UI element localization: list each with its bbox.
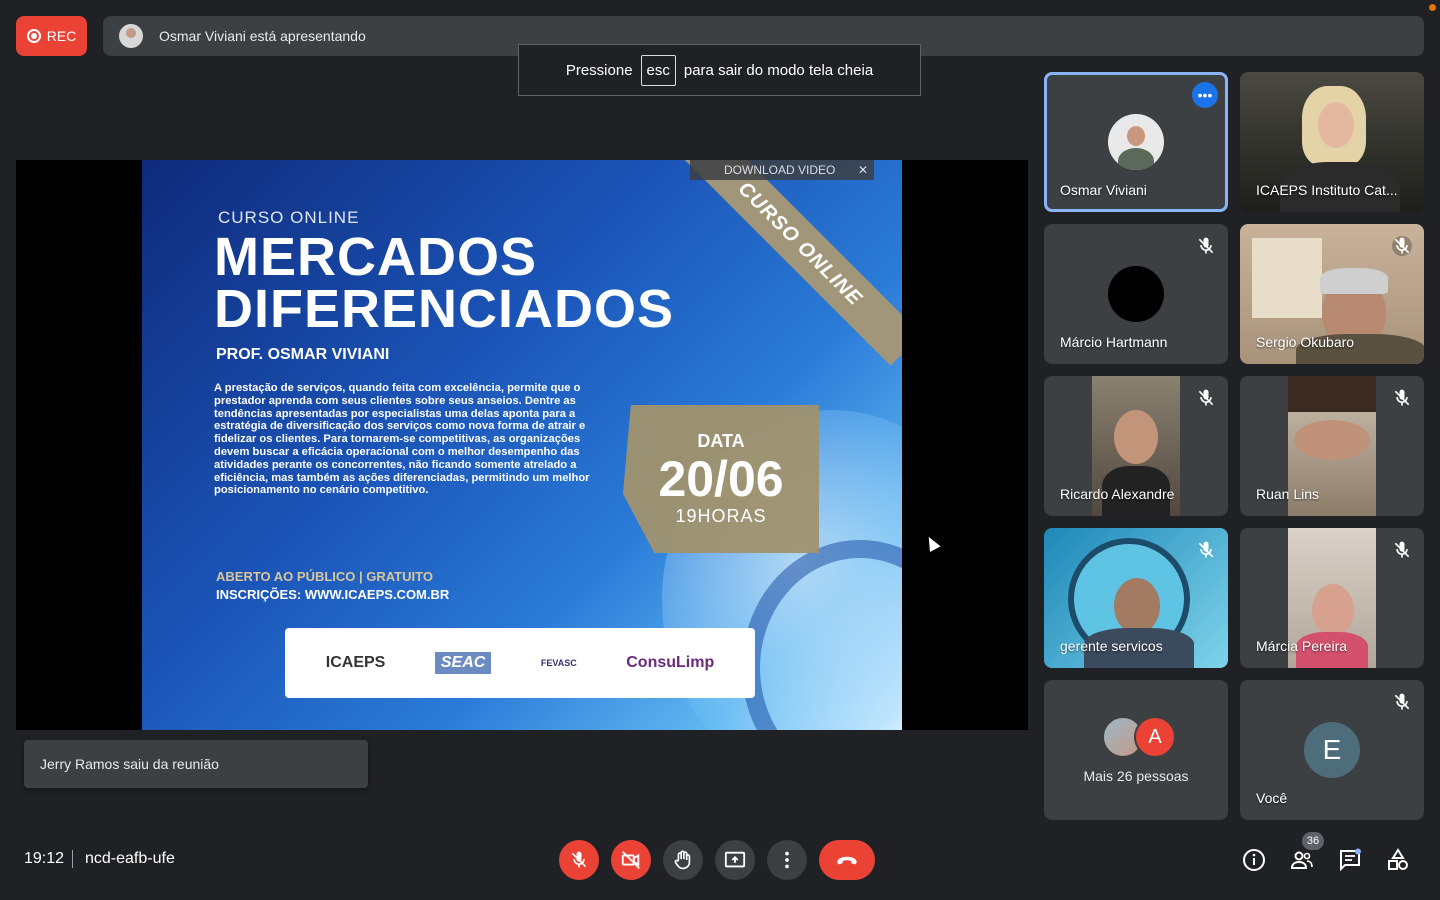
presenter-text: Osmar Viviani está apresentando [159,28,366,44]
leave-notification: Jerry Ramos saiu da reunião [24,740,368,788]
slide-title-line2: DIFERENCIADOS [214,279,675,339]
mic-toggle-button[interactable] [559,840,599,880]
slide-registration: INSCRIÇÕES: WWW.ICAEPS.COM.BR [216,587,450,602]
participant-tile-more-people[interactable]: A Mais 26 pessoas [1044,680,1228,820]
more-people-label: Mais 26 pessoas [1083,768,1189,784]
download-video-label[interactable]: DOWNLOAD VIDEO [724,163,835,177]
recording-indicator[interactable]: REC [16,16,87,56]
participant-tile-ruan-lins[interactable]: Ruan Lins [1240,376,1424,516]
camera-toggle-button[interactable] [611,840,651,880]
logo-icaeps: ICAEPS [325,654,386,671]
slide-date-label: DATA [697,431,745,451]
participant-tile-sergio-okubaro[interactable]: Sergio Okubaro [1240,224,1424,364]
rec-label: REC [46,28,77,44]
people-icon[interactable] [1290,848,1314,872]
participant-name: Márcia Pereira [1256,638,1348,654]
participant-name: Ricardo Alexandre [1060,486,1175,502]
download-video-bar[interactable]: DOWNLOAD VIDEO ✕ [690,160,874,180]
slide-open-public: ABERTO AO PÚBLICO | GRATUITO [216,569,433,584]
mic-off-icon [1394,389,1410,406]
participant-tile-osmar-viviani[interactable]: ••• Osmar Viviani [1044,72,1228,212]
participant-tile-icaeps[interactable]: ICAEPS Instituto Cat... [1240,72,1424,212]
more-options-button[interactable] [767,840,807,880]
participant-name: ICAEPS Instituto Cat... [1256,182,1398,198]
present-icon [724,851,746,868]
mic-off-icon [571,851,587,868]
slide-date-time: 19HORAS [675,506,767,526]
meeting-time: 19:12 [24,850,65,867]
chat-icon[interactable] [1338,848,1362,872]
meeting-code: ncd-eafb-ufe [85,850,175,867]
divider [72,850,73,868]
slide-professor: PROF. OSMAR VIVIANI [216,346,390,363]
fullscreen-hint: Pressione esc para sair do modo tela che… [518,44,921,96]
fullscreen-hint-after: para sair do modo tela cheia [683,61,874,79]
participant-tile-self[interactable]: E Você [1240,680,1424,820]
status-dot [1429,4,1436,11]
participant-name: Ruan Lins [1256,486,1320,502]
mic-off-icon [1394,693,1410,710]
camera-off-icon [621,851,640,869]
mic-off-icon [1198,389,1214,406]
slide-date-box: DATA 20/06 19HORAS [623,405,819,553]
participant-name: Sergio Okubaro [1256,334,1355,350]
mic-off-icon [1198,541,1214,558]
slide-subtitle: CURSO ONLINE [218,208,360,227]
video-face [1318,102,1354,148]
mic-off-icon [1394,541,1410,558]
presenter-avatar [119,24,143,48]
participant-tile-gerente-servicos[interactable]: gerente servicos [1044,528,1228,668]
more-options-icon[interactable]: ••• [1192,82,1218,108]
avatar-letter: A [1134,716,1176,758]
avatar [1108,266,1164,322]
slide-sponsor-logos: ICAEPS SEAC FEVASC ConsuLimp [285,628,755,698]
avatar [1108,114,1164,170]
participant-name: Márcio Hartmann [1060,334,1168,350]
mic-off-icon [1392,236,1412,256]
presentation-slide: CURSO ONLINE DOWNLOAD VIDEO ✕ CURSO ONLI… [142,160,902,730]
avatar-letter: E [1304,722,1360,778]
activities-icon[interactable] [1386,848,1410,872]
close-icon[interactable]: ✕ [858,163,868,177]
mic-off-icon [1198,237,1214,254]
present-screen-button[interactable] [715,840,755,880]
raise-hand-button[interactable] [663,840,703,880]
video-hair [1320,268,1388,294]
slide-ribbon: CURSO ONLINE [678,160,902,366]
record-icon [26,29,41,43]
hand-icon [674,850,691,870]
participant-tile-ricardo-alexandre[interactable]: Ricardo Alexandre [1044,376,1228,516]
fullscreen-hint-before: Pressione [565,61,633,79]
slide-title-line1: MERCADOS [214,227,538,287]
video-face [1114,578,1160,634]
people-count-badge: 36 [1302,832,1324,850]
slide-body: A prestação de serviços, quando feita co… [214,382,590,497]
logo-fevasc: FEVASC [540,658,577,668]
participant-name: gerente servicos [1060,638,1163,654]
logo-seac: SEAC [434,652,492,674]
more-vert-icon [785,851,789,869]
slide-date-value: 20/06 [658,451,784,507]
participant-tile-marcia-pereira[interactable]: Márcia Pereira [1240,528,1424,668]
leave-call-button[interactable] [819,840,875,880]
participant-name: Você [1256,790,1288,806]
participant-name: Osmar Viviani [1060,182,1147,198]
esc-key: esc [640,54,676,86]
logo-consulimp: ConsuLimp [626,654,715,671]
hang-up-icon [837,856,857,865]
meeting-info-icon[interactable] [1242,848,1266,872]
video-background [1252,238,1322,318]
participant-tile-marcio-hartmann[interactable]: Márcio Hartmann [1044,224,1228,364]
